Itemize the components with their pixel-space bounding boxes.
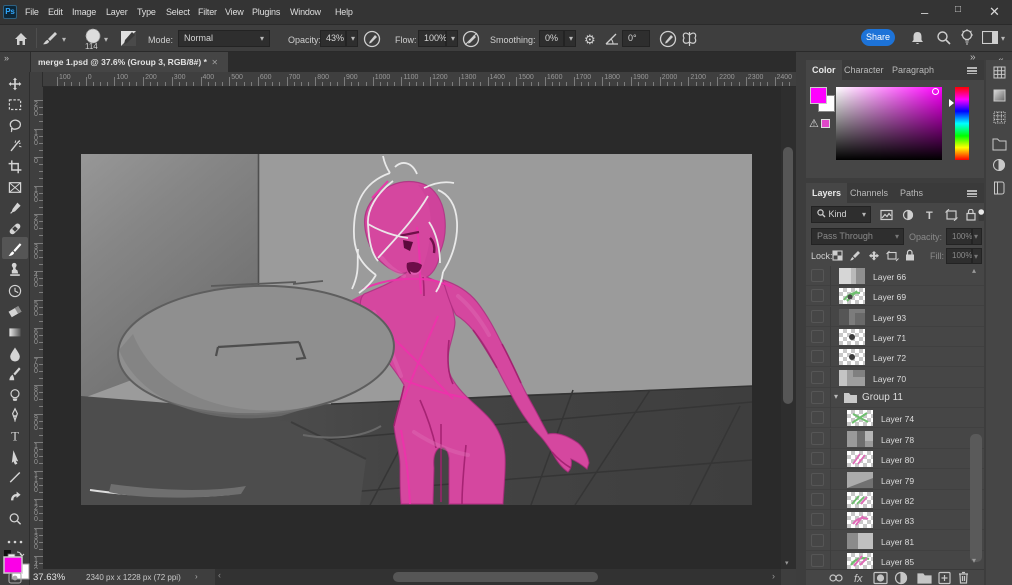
svg-text:T: T xyxy=(926,210,933,221)
svg-text:T: T xyxy=(11,430,19,444)
svg-text:fx: fx xyxy=(854,573,863,585)
